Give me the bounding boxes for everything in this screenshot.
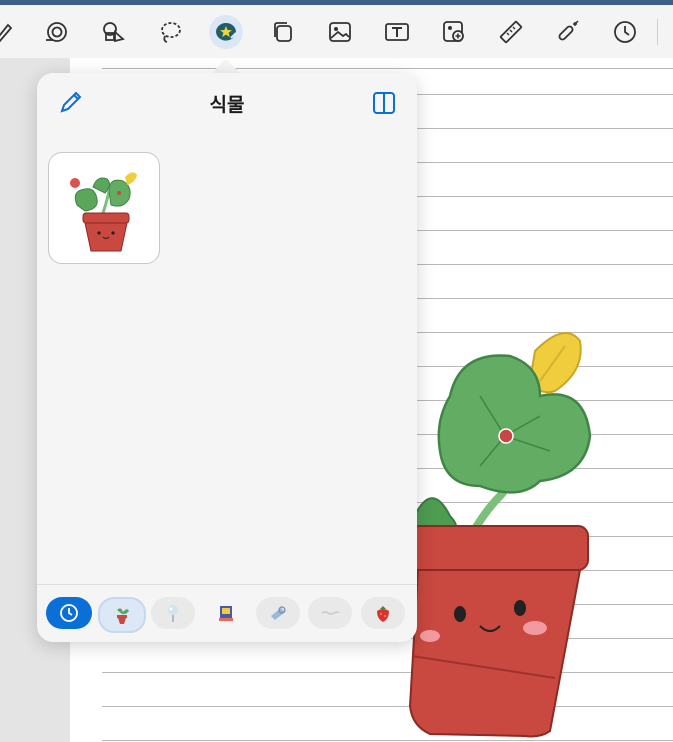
popover-title: 식물 [209,94,245,116]
copy-icon [274,22,292,42]
strawberry-icon [377,606,389,622]
pen-tool[interactable] [0,15,20,49]
toolbar-divider [657,19,658,45]
book-icon [219,606,233,621]
clock-icon [60,604,78,622]
text-tool[interactable] [380,15,414,49]
spiral-tool[interactable] [39,15,73,49]
sticker-popover: 식물 [37,73,417,642]
clock-icon [614,21,636,43]
pen-icon [0,23,13,43]
lasso-tool[interactable] [153,15,187,49]
sticker-category-tabs [37,584,417,643]
book-tab[interactable] [204,597,248,629]
sticker-tool[interactable] [209,15,243,49]
copy-tool[interactable] [266,15,300,49]
shapes-tool[interactable] [96,15,130,49]
tape-tab[interactable] [256,597,300,629]
recent-tab[interactable] [46,597,92,629]
image-tool[interactable] [323,15,357,49]
shapes-icon [103,22,125,43]
washi-tab[interactable] [308,597,352,629]
split-view-icon [373,92,395,114]
laser-pointer-icon [558,20,579,41]
lasso-icon [161,22,181,43]
balloon-tab[interactable] [151,597,195,629]
split-view-button[interactable] [371,90,397,116]
washi-icon [321,611,340,615]
toolbar [0,5,673,58]
ruled-line [102,68,673,69]
sticker-icon [216,23,237,41]
photo-add-icon [443,21,464,42]
placed-plant-sticker[interactable] [390,326,670,742]
photo-add-tool[interactable] [437,15,471,49]
laser-pointer-tool[interactable] [551,15,585,49]
balloon-icon [168,605,178,622]
potted-plant-sticker[interactable] [48,152,160,264]
plant-tab[interactable] [98,597,146,633]
spiral-eraser-icon [46,22,67,42]
history-tool[interactable] [608,15,642,49]
potted-plant-icon [70,172,137,252]
ruler-icon [499,20,523,44]
tape-icon [271,606,286,620]
fruit-tab[interactable] [361,597,405,629]
text-box-icon [385,23,409,41]
ruler-tool[interactable] [494,15,528,49]
image-icon [329,22,351,42]
potted-plant-icon [117,608,129,624]
